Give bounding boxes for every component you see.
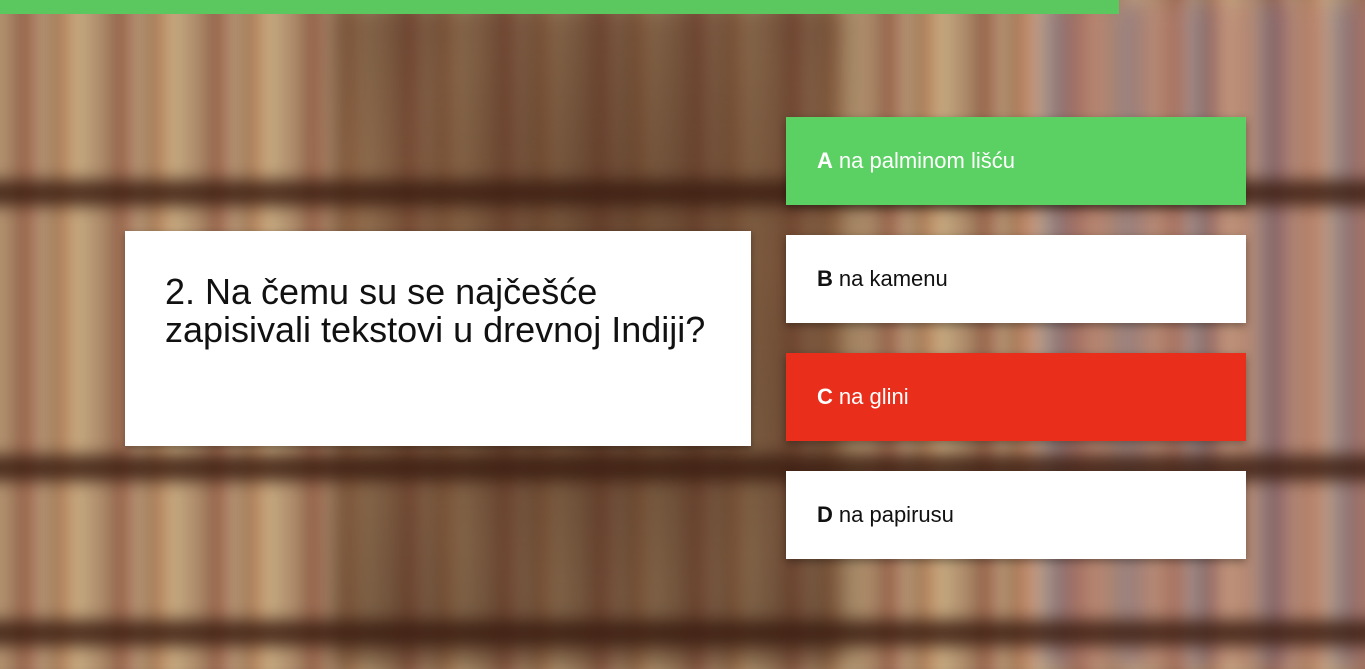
- answer-option-c[interactable]: C na glini: [786, 353, 1246, 441]
- quiz-stage: 2. Na čemu su se najčešće zapisivali tek…: [0, 0, 1365, 669]
- question-card: 2. Na čemu su se najčešće zapisivali tek…: [125, 231, 751, 446]
- answer-label: na palminom lišću: [838, 148, 1015, 173]
- answer-letter: D: [817, 502, 833, 527]
- answer-letter: B: [817, 266, 833, 291]
- answer-letter: C: [817, 384, 833, 409]
- progress-bar: [0, 0, 1120, 14]
- answer-letter: A: [817, 148, 833, 173]
- question-text: 2. Na čemu su se najčešće zapisivali tek…: [165, 271, 706, 350]
- answer-option-a[interactable]: A na palminom lišću: [786, 117, 1246, 205]
- answer-label: na papirusu: [838, 502, 954, 527]
- answer-label: na glini: [838, 384, 909, 409]
- answer-option-d[interactable]: D na papirusu: [786, 471, 1246, 559]
- answer-option-b[interactable]: B na kamenu: [786, 235, 1246, 323]
- right-bookshelf-blur: [1025, 0, 1365, 669]
- shelf-plank: [0, 620, 1365, 646]
- answer-label: na kamenu: [838, 266, 948, 291]
